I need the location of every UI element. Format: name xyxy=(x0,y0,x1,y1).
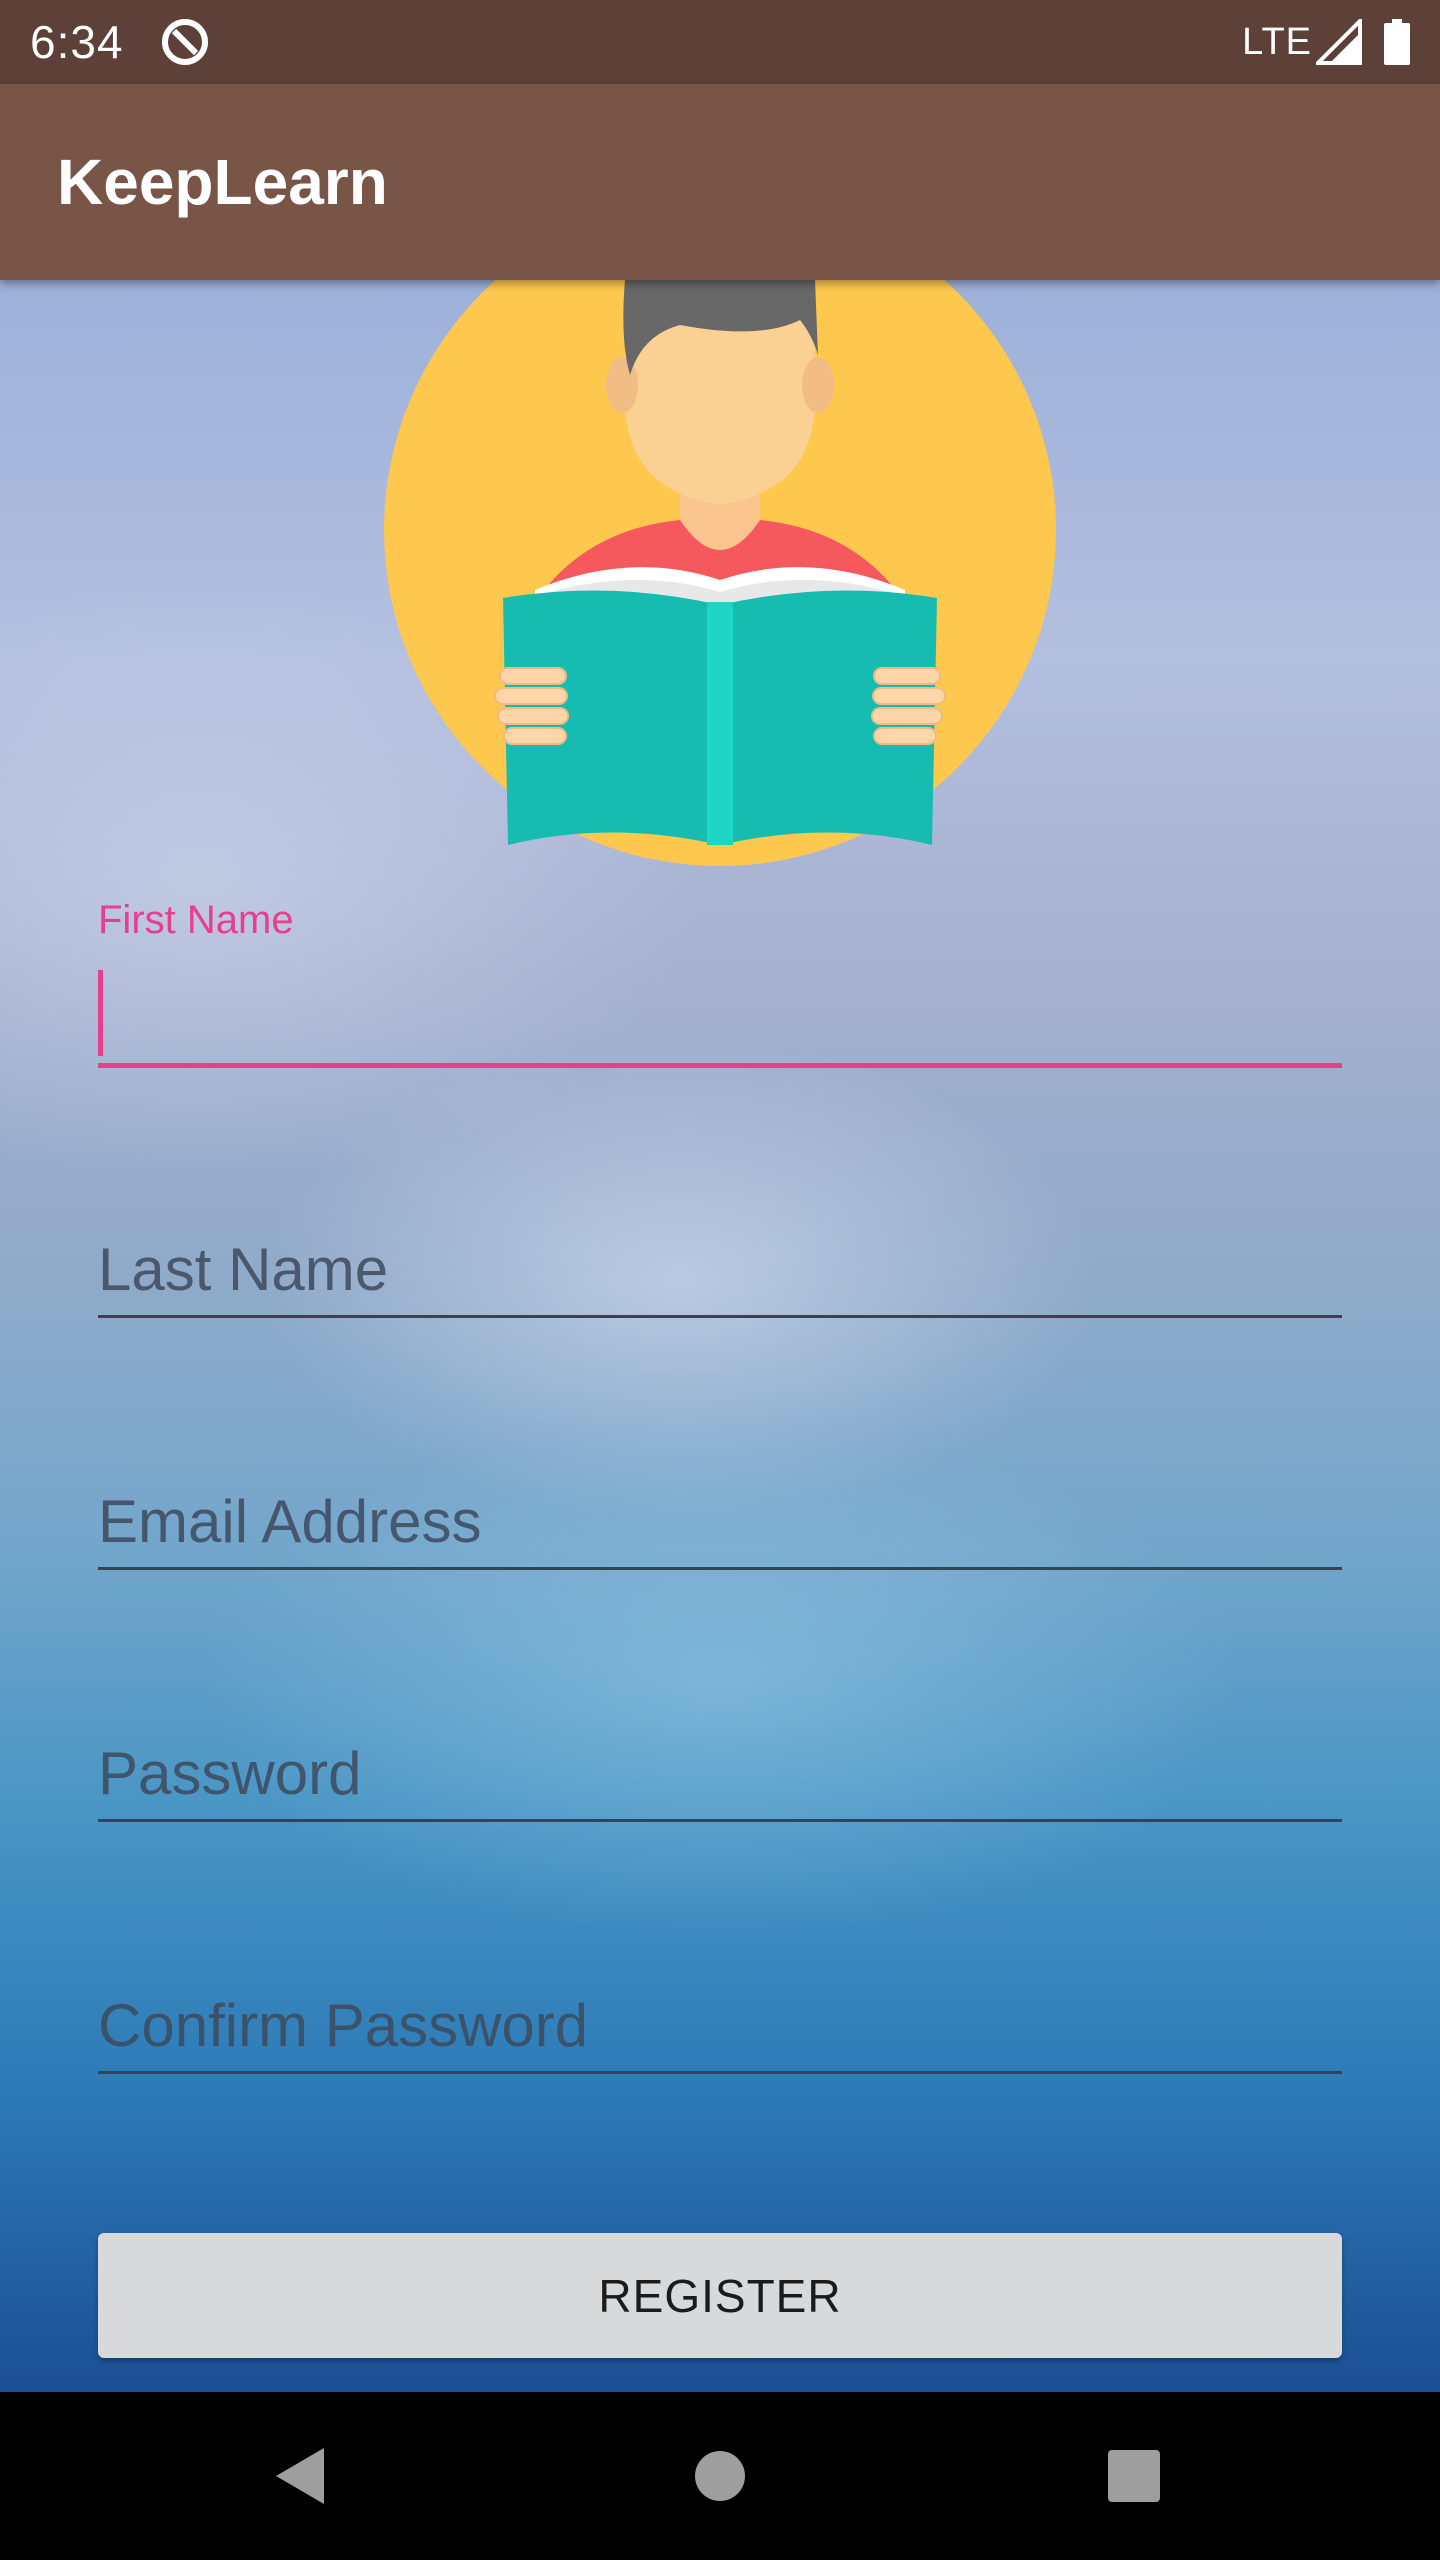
home-icon[interactable] xyxy=(680,2436,760,2516)
first-name-input[interactable] xyxy=(98,974,1342,1064)
email-underline xyxy=(98,1567,1342,1570)
app-bar: KeepLearn xyxy=(0,84,1440,280)
battery-icon xyxy=(1384,19,1410,65)
network-type: LTE xyxy=(1242,20,1312,63)
confirm-password-input[interactable] xyxy=(98,1980,1342,2070)
back-icon[interactable] xyxy=(262,2436,342,2516)
status-time: 6:34 xyxy=(30,16,124,68)
last-name-field[interactable] xyxy=(98,1160,1342,1318)
first-name-label: First Name xyxy=(98,898,294,942)
confirm-password-underline xyxy=(98,2071,1342,2074)
first-name-field[interactable]: First Name xyxy=(98,898,1342,1068)
password-underline xyxy=(98,1819,1342,1822)
signal-icon xyxy=(1316,19,1362,65)
register-button[interactable]: REGISTER xyxy=(98,2233,1342,2358)
last-name-underline xyxy=(98,1315,1342,1318)
email-field[interactable] xyxy=(98,1412,1342,1570)
password-input[interactable] xyxy=(98,1728,1342,1818)
password-field[interactable] xyxy=(98,1664,1342,1822)
status-icons: LTE xyxy=(1242,19,1410,65)
registration-screen: First Name xyxy=(0,280,1440,2392)
email-input[interactable] xyxy=(98,1476,1342,1566)
status-bar: 6:34 LTE xyxy=(0,0,1440,84)
first-name-underline xyxy=(98,1063,1342,1068)
app-title: KeepLearn xyxy=(57,146,388,218)
do-not-disturb-icon xyxy=(161,19,208,65)
confirm-password-field[interactable] xyxy=(98,1916,1342,2074)
reading-student-illustration xyxy=(384,280,1056,866)
navigation-bar xyxy=(0,2392,1440,2560)
text-cursor xyxy=(98,970,103,1056)
last-name-input[interactable] xyxy=(98,1224,1342,1314)
recents-icon[interactable] xyxy=(1094,2436,1174,2516)
